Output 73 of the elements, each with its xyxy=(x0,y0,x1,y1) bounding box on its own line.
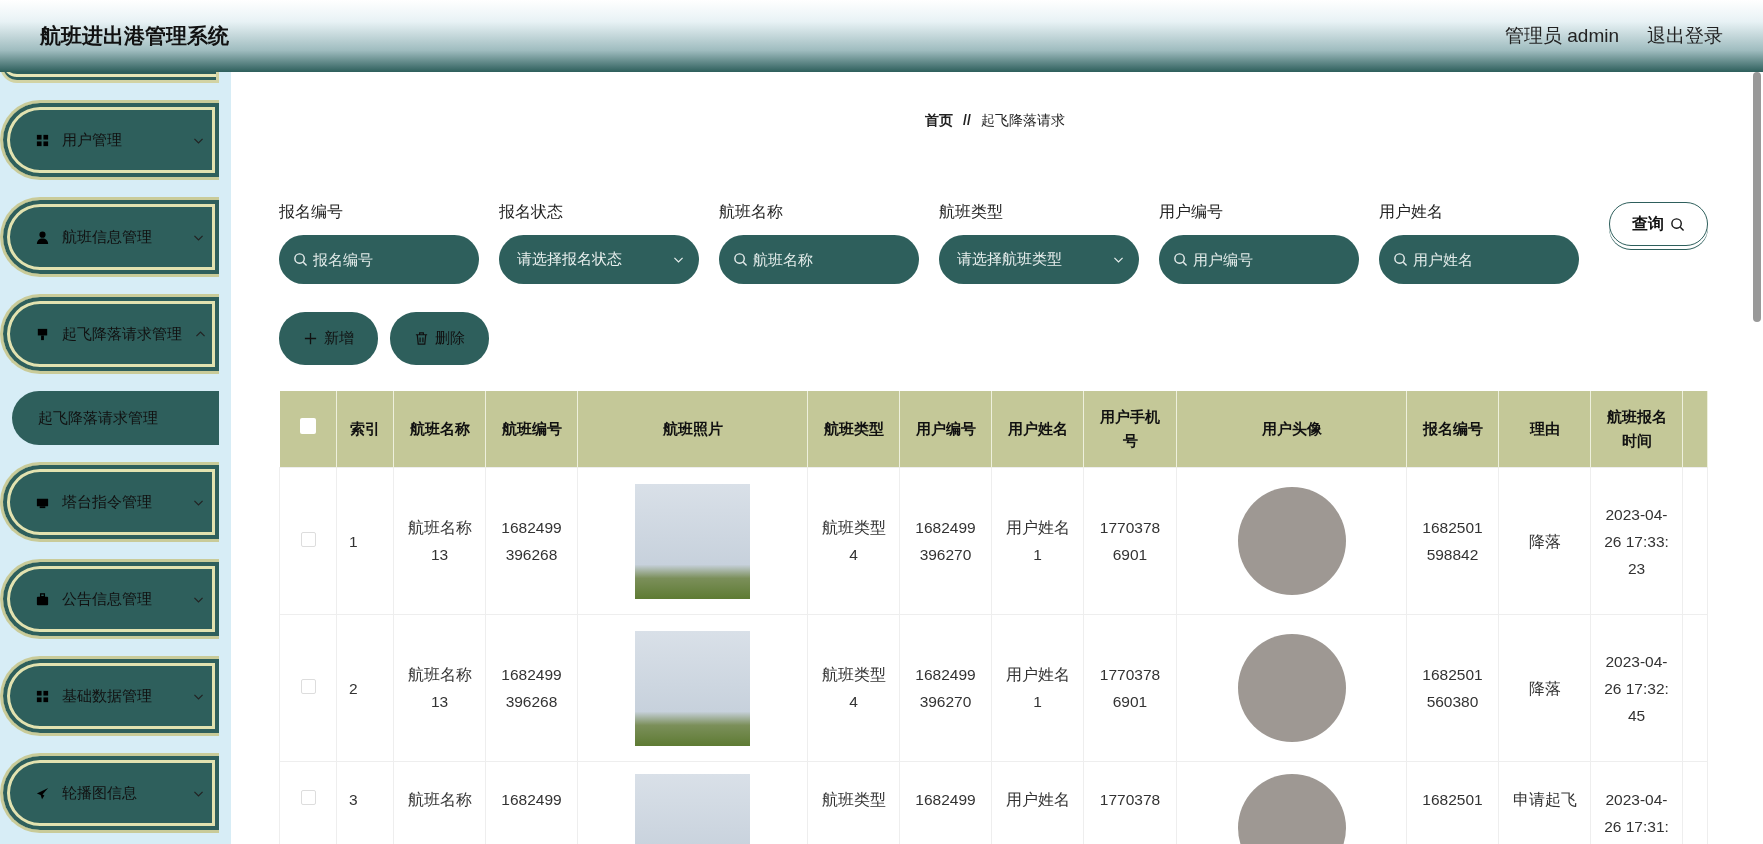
menu-item[interactable]: 塔台指令管理 xyxy=(0,462,219,542)
table-cell: 17703786901 xyxy=(1083,614,1177,762)
menu-item[interactable]: 公告信息管理 xyxy=(0,559,219,639)
filter-label: 报名编号 xyxy=(279,202,344,222)
logout-link[interactable]: 退出登录 xyxy=(1647,23,1723,49)
paper-plane-icon xyxy=(35,785,50,801)
table-cell: 1682499396270 xyxy=(899,467,992,615)
column-header: 报名编号 xyxy=(1406,391,1499,468)
grid-icon xyxy=(35,132,50,148)
table-cell: 航班名称13 xyxy=(393,614,486,762)
table-cell: 航班名称13 xyxy=(393,467,486,615)
filter-label: 用户编号 xyxy=(1159,202,1224,222)
delete-button[interactable]: 删除 xyxy=(390,312,489,365)
sign-icon xyxy=(35,326,50,342)
breadcrumb-current: 起飞降落请求 xyxy=(980,112,1065,130)
select-field[interactable]: 请选择报名状态 xyxy=(499,235,699,284)
breadcrumb-home[interactable]: 首页 xyxy=(925,112,954,130)
table-cell: 1682499396268 xyxy=(485,467,578,615)
trash-icon xyxy=(414,331,429,346)
table-cell: 2023-04-26 17:32:45 xyxy=(1590,614,1683,762)
table-cell: 航班类型4 xyxy=(807,614,900,762)
breadcrumb-separator: // xyxy=(963,112,971,130)
column-header: 理由 xyxy=(1498,391,1591,468)
column-header: 用户手机号 xyxy=(1083,391,1177,468)
filter-label: 用户姓名 xyxy=(1379,202,1444,222)
search-icon xyxy=(1670,216,1685,232)
column-header: 用户头像 xyxy=(1176,391,1407,468)
table-cell: 航班类型4 xyxy=(807,467,900,615)
table-cell: 1682501560380 xyxy=(1406,614,1499,762)
grid-icon xyxy=(35,688,50,704)
select-all-checkbox[interactable] xyxy=(299,418,316,434)
menu-item[interactable]: 航班信息管理 xyxy=(0,197,219,277)
column-header: 航班名称 xyxy=(393,391,486,468)
user-label: 管理员 admin xyxy=(1504,24,1619,48)
submenu-item[interactable]: 起飞降落请求管理 xyxy=(12,391,219,445)
table-cell: 17703786901 xyxy=(1083,467,1177,615)
table-cell: 1682499396270 xyxy=(899,614,992,762)
column-header: 航班照片 xyxy=(577,391,808,468)
app-title: 航班进出港管理系统 xyxy=(40,23,229,49)
search-field[interactable]: 用户编号 xyxy=(1159,235,1359,284)
filter-label: 航班名称 xyxy=(719,202,784,222)
row-checkbox[interactable] xyxy=(300,790,316,805)
column-header: 用户姓名 xyxy=(991,391,1084,468)
briefcase-icon xyxy=(35,591,50,607)
table-cell: 1682499396268 xyxy=(485,614,578,762)
search-field[interactable]: 报名编号 xyxy=(279,235,479,284)
plus-icon xyxy=(303,331,318,346)
search-field[interactable]: 用户姓名 xyxy=(1379,235,1579,284)
menu-item[interactable]: 用户管理 xyxy=(0,100,219,180)
search-field[interactable]: 航班名称 xyxy=(719,235,919,284)
select-field[interactable]: 请选择航班类型 xyxy=(939,235,1139,284)
menu-item[interactable]: 起飞降落请求管理 xyxy=(0,294,219,374)
column-header: 航班类型 xyxy=(807,391,900,468)
table-cell: 2023-04-26 17:33:23 xyxy=(1590,467,1683,615)
table-cell: 降落 xyxy=(1498,614,1591,762)
column-header: 索引 xyxy=(336,391,394,468)
person-icon xyxy=(35,229,50,245)
menu-item[interactable]: 轮播图信息 xyxy=(0,753,219,833)
table-cell: 2 xyxy=(336,614,394,762)
menu-item[interactable]: 基础数据管理 xyxy=(0,656,219,736)
table-cell: 1682501598842 xyxy=(1406,467,1499,615)
table-cell: 1 xyxy=(336,467,394,615)
column-header: 航班编号 xyxy=(485,391,578,468)
column-header: 航班报名时间 xyxy=(1590,391,1683,468)
table-cell: 降落 xyxy=(1498,467,1591,615)
add-button[interactable]: 新增 xyxy=(279,312,378,365)
filter-label: 航班类型 xyxy=(939,202,1004,222)
table-cell: 用户姓名1 xyxy=(991,467,1084,615)
column-header: 用户编号 xyxy=(899,391,992,468)
table-cell: 用户姓名1 xyxy=(991,614,1084,762)
filter-label: 报名状态 xyxy=(499,202,564,222)
row-checkbox[interactable] xyxy=(300,678,316,694)
row-checkbox[interactable] xyxy=(300,531,316,547)
